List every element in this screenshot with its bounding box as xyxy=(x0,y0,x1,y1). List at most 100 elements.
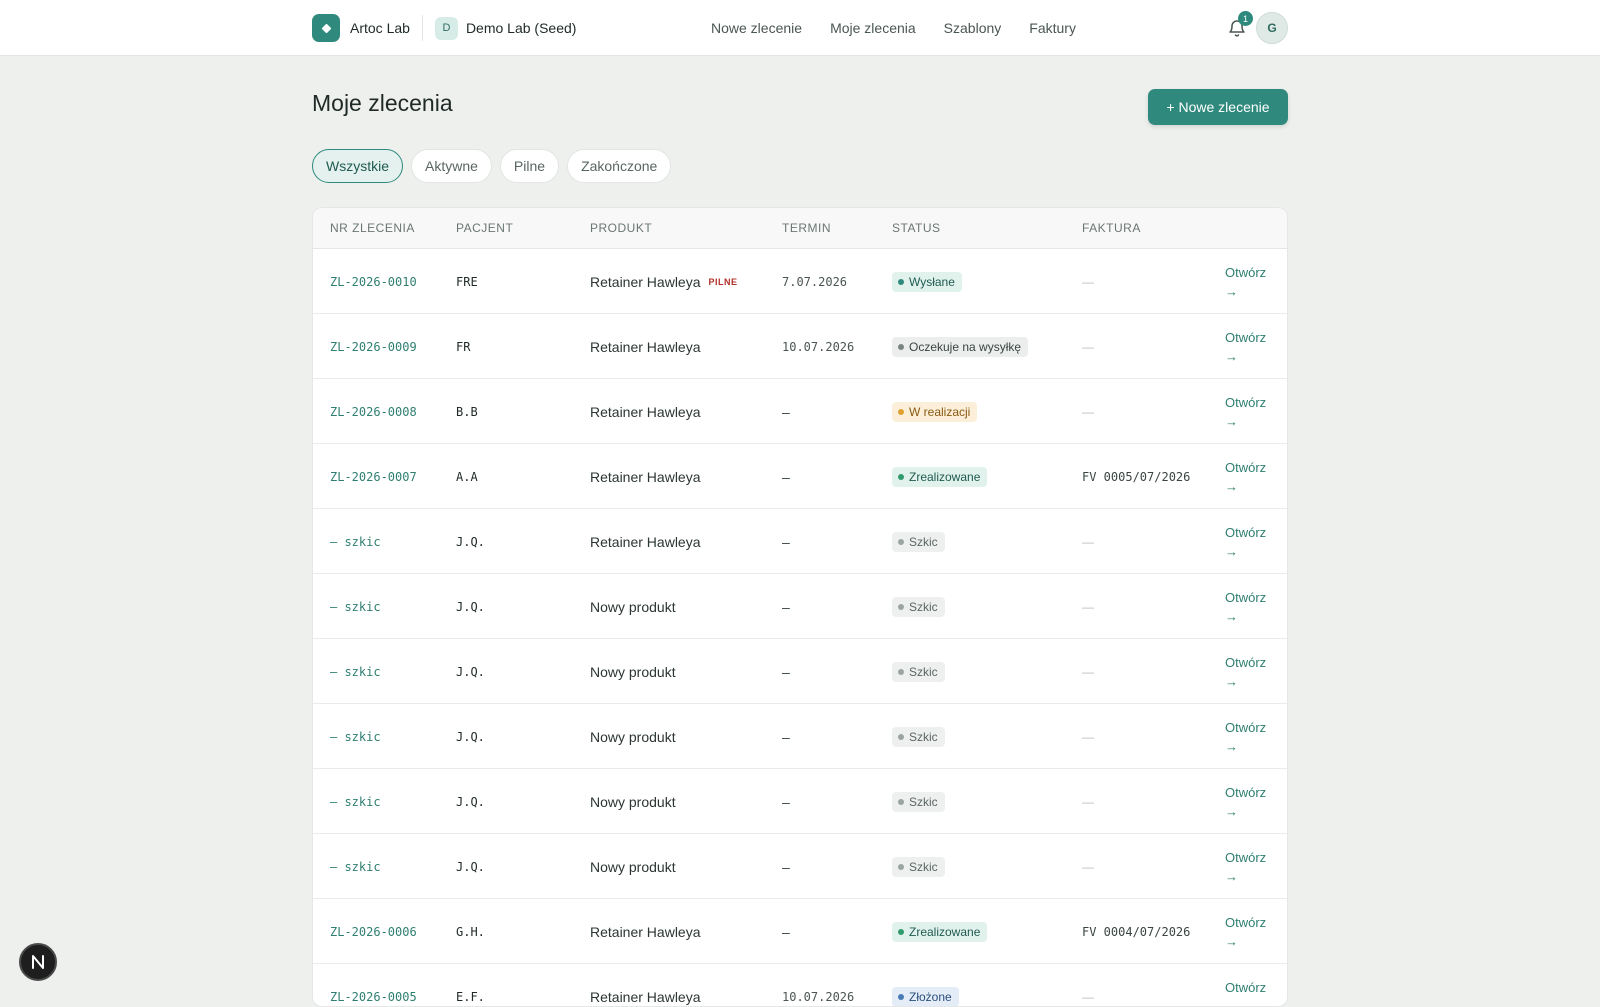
tab-urgent[interactable]: Pilne xyxy=(500,149,559,183)
nav-templates[interactable]: Szablony xyxy=(944,20,1002,36)
order-number-link[interactable]: ZL-2026-0010 xyxy=(330,275,417,289)
orders-table: NR ZLECENIA PACJENT PRODUKT TERMIN STATU… xyxy=(312,207,1288,1007)
invoice-number: — xyxy=(1082,795,1094,809)
arrow-right-icon[interactable]: → xyxy=(1225,737,1266,756)
order-number-link[interactable]: ZL-2026-0007 xyxy=(330,470,417,484)
open-link-label[interactable]: Otwórz xyxy=(1225,523,1266,542)
order-number-link[interactable]: ZL-2026-0005 xyxy=(330,990,417,1004)
nav-my-orders[interactable]: Moje zlecenia xyxy=(830,20,916,36)
open-link-label[interactable]: Otwórz xyxy=(1225,263,1266,282)
order-number-link[interactable]: — szkic xyxy=(330,730,381,744)
arrow-right-icon[interactable]: → xyxy=(1225,997,1266,1007)
order-number-link[interactable]: — szkic xyxy=(330,600,381,614)
arrow-right-icon[interactable]: → xyxy=(1225,477,1266,496)
open-link[interactable]: Otwórz→ xyxy=(1225,393,1266,431)
arrow-right-icon[interactable]: → xyxy=(1225,607,1266,626)
open-link-label[interactable]: Otwórz xyxy=(1225,393,1266,412)
open-link[interactable]: Otwórz→ xyxy=(1225,783,1266,821)
table-row[interactable]: ZL-2026-0008B.BRetainer Hawleya–W realiz… xyxy=(313,379,1288,444)
notification-count-badge: 1 xyxy=(1238,11,1253,26)
open-link-label[interactable]: Otwórz xyxy=(1225,328,1266,347)
table-row[interactable]: — szkicJ.Q.Nowy produkt–Szkic—Otwórz→ xyxy=(313,834,1288,899)
table-row[interactable]: ZL-2026-0006G.H.Retainer Hawleya–Zrealiz… xyxy=(313,899,1288,964)
order-number-link[interactable]: — szkic xyxy=(330,860,381,874)
table-row[interactable]: — szkicJ.Q.Retainer Hawleya–Szkic—Otwórz… xyxy=(313,509,1288,574)
open-link-label[interactable]: Otwórz xyxy=(1225,913,1266,932)
status-badge: W realizacji xyxy=(892,402,977,422)
invoice-number[interactable]: FV 0005/07/2026 xyxy=(1082,470,1190,484)
invoice-number[interactable]: FV 0004/07/2026 xyxy=(1082,925,1190,939)
due-date: – xyxy=(782,469,790,485)
order-number-link[interactable]: ZL-2026-0008 xyxy=(330,405,417,419)
open-link-label[interactable]: Otwórz xyxy=(1225,783,1266,802)
due-date-cell: – xyxy=(782,704,790,769)
arrow-right-icon[interactable]: → xyxy=(1225,282,1266,301)
table-row[interactable]: ZL-2026-0009FRRetainer Hawleya10.07.2026… xyxy=(313,314,1288,379)
brand-logo-icon[interactable] xyxy=(312,14,340,42)
order-number-link[interactable]: — szkic xyxy=(330,795,381,809)
order-number-link[interactable]: — szkic xyxy=(330,535,381,549)
open-link[interactable]: Otwórz→ xyxy=(1225,263,1266,301)
invoice-number: — xyxy=(1082,860,1094,874)
due-date: – xyxy=(782,664,790,680)
patient-name: FR xyxy=(456,340,470,354)
arrow-right-icon[interactable]: → xyxy=(1225,802,1266,821)
org-switcher[interactable]: Demo Lab (Seed) xyxy=(466,20,577,36)
nav-invoices[interactable]: Faktury xyxy=(1029,20,1076,36)
table-row[interactable]: — szkicJ.Q.Nowy produkt–Szkic—Otwórz→ xyxy=(313,639,1288,704)
status-label: Zrealizowane xyxy=(909,470,980,484)
open-link[interactable]: Otwórz→ xyxy=(1225,588,1266,626)
open-link[interactable]: Otwórz→ xyxy=(1225,328,1266,366)
dev-tools-button[interactable] xyxy=(19,943,57,981)
action-cell: Otwórz→ xyxy=(1225,769,1266,834)
open-link-label[interactable]: Otwórz xyxy=(1225,588,1266,607)
top-bar: Artoc Lab D Demo Lab (Seed) Nowe zleceni… xyxy=(0,0,1600,56)
open-link[interactable]: Otwórz→ xyxy=(1225,653,1266,691)
arrow-right-icon[interactable]: → xyxy=(1225,932,1266,951)
order-number-link[interactable]: ZL-2026-0006 xyxy=(330,925,417,939)
table-row[interactable]: — szkicJ.Q.Nowy produkt–Szkic—Otwórz→ xyxy=(313,704,1288,769)
open-link[interactable]: Otwórz→ xyxy=(1225,913,1266,951)
tab-active[interactable]: Aktywne xyxy=(411,149,492,183)
status-label: Szkic xyxy=(909,600,938,614)
brand-name[interactable]: Artoc Lab xyxy=(350,20,410,36)
new-order-button[interactable]: + Nowe zlecenie xyxy=(1148,89,1288,125)
open-link[interactable]: Otwórz→ xyxy=(1225,718,1266,756)
open-link-label[interactable]: Otwórz xyxy=(1225,848,1266,867)
order-number-link[interactable]: ZL-2026-0009 xyxy=(330,340,417,354)
open-link-label[interactable]: Otwórz xyxy=(1225,653,1266,672)
table-row[interactable]: ZL-2026-0007A.ARetainer Hawleya–Zrealizo… xyxy=(313,444,1288,509)
tab-all[interactable]: Wszystkie xyxy=(312,149,403,183)
table-row[interactable]: ZL-2026-0005E.F.Retainer Hawleya10.07.20… xyxy=(313,964,1288,1007)
arrow-right-icon[interactable]: → xyxy=(1225,672,1266,691)
arrow-right-icon[interactable]: → xyxy=(1225,347,1266,366)
user-avatar[interactable]: G xyxy=(1256,12,1288,44)
org-avatar[interactable]: D xyxy=(435,17,458,40)
status-label: Szkic xyxy=(909,795,938,809)
patient-name: J.Q. xyxy=(456,600,485,614)
open-link[interactable]: Otwórz→ xyxy=(1225,523,1266,561)
arrow-right-icon[interactable]: → xyxy=(1225,867,1266,886)
open-link-label[interactable]: Otwórz xyxy=(1225,978,1266,997)
patient-cell: B.B xyxy=(456,379,478,444)
open-link[interactable]: Otwórz→ xyxy=(1225,458,1266,496)
open-link[interactable]: Otwórz→ xyxy=(1225,978,1266,1007)
arrow-right-icon[interactable]: → xyxy=(1225,412,1266,431)
open-link[interactable]: Otwórz→ xyxy=(1225,848,1266,886)
open-link-label[interactable]: Otwórz xyxy=(1225,458,1266,477)
table-row[interactable]: ZL-2026-0010FRERetainer HawleyaPILNE7.07… xyxy=(313,249,1288,314)
status-cell: Szkic xyxy=(892,574,945,639)
status-cell: Zrealizowane xyxy=(892,899,987,964)
arrow-right-icon[interactable]: → xyxy=(1225,542,1266,561)
product-name: Retainer Hawleya xyxy=(590,339,701,355)
filter-tabs: Wszystkie Aktywne Pilne Zakończone xyxy=(312,149,679,183)
product-cell: Nowy produkt xyxy=(590,834,676,899)
open-link-label[interactable]: Otwórz xyxy=(1225,718,1266,737)
table-row[interactable]: — szkicJ.Q.Nowy produkt–Szkic—Otwórz→ xyxy=(313,769,1288,834)
nav-new-order[interactable]: Nowe zlecenie xyxy=(711,20,802,36)
tab-completed[interactable]: Zakończone xyxy=(567,149,671,183)
table-row[interactable]: — szkicJ.Q.Nowy produkt–Szkic—Otwórz→ xyxy=(313,574,1288,639)
status-cell: Szkic xyxy=(892,769,945,834)
order-number-link[interactable]: — szkic xyxy=(330,665,381,679)
action-cell: Otwórz→ xyxy=(1225,574,1266,639)
